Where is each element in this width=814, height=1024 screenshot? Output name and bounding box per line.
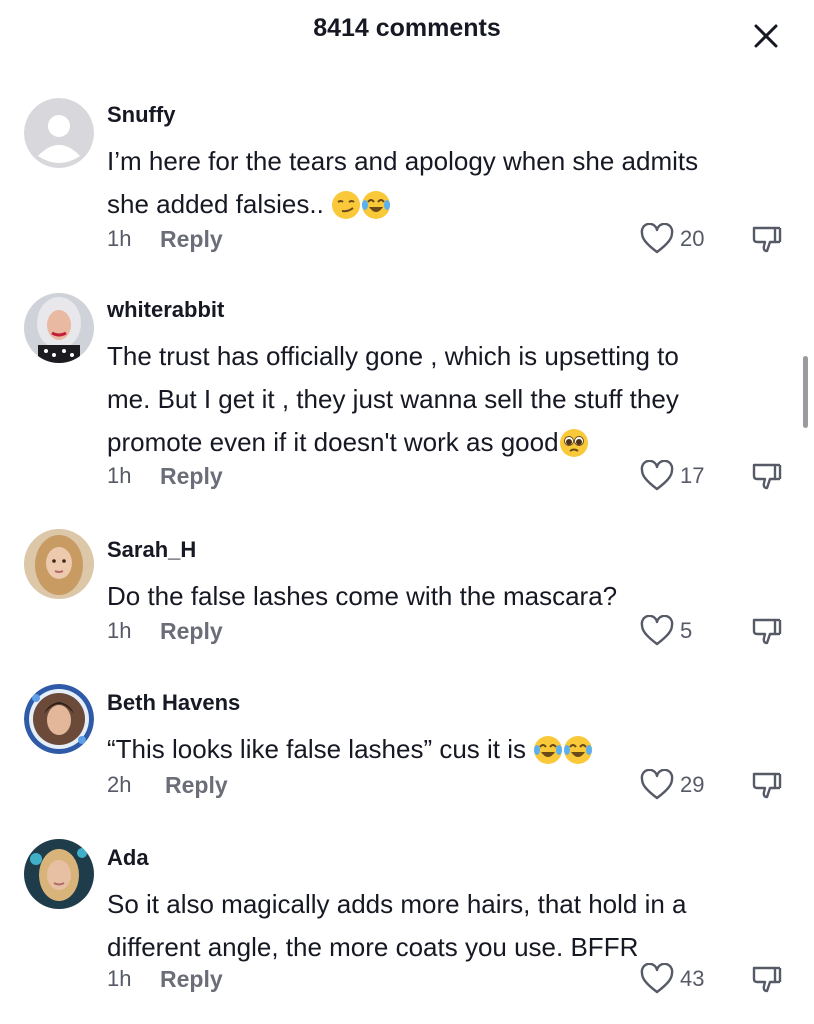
heart-icon: [640, 963, 674, 994]
comment-meta: 1h Reply 43: [107, 959, 797, 999]
like-button[interactable]: 43: [639, 959, 704, 999]
comment-meta: 1h Reply 5: [107, 611, 797, 651]
dislike-icon[interactable]: [751, 223, 783, 255]
pleading-face-emoji: [559, 429, 588, 457]
comment-text: The trust has officially gone , which is…: [107, 335, 787, 464]
comment-username[interactable]: Sarah_H: [107, 537, 196, 563]
comment-text-line: “This looks like false lashes” cus it is: [107, 734, 527, 764]
reply-button[interactable]: Reply: [160, 611, 223, 651]
reply-button[interactable]: Reply: [160, 959, 223, 999]
comment-text: I’m here for the tears and apology when …: [107, 140, 787, 226]
comment-time: 1h: [107, 226, 132, 251]
comment-text-line: So it also magically adds more hairs, th…: [107, 889, 687, 919]
like-button[interactable]: 17: [639, 456, 704, 496]
comment-username[interactable]: Snuffy: [107, 102, 175, 128]
comment-item: whiterabbit The trust has officially gon…: [0, 293, 814, 497]
dislike-icon[interactable]: [751, 769, 783, 801]
comment-text-line: Do the false lashes come with the mascar…: [107, 581, 618, 611]
comment-username[interactable]: whiterabbit: [107, 297, 224, 323]
heart-icon: [640, 460, 674, 491]
comment-time: 2h: [107, 772, 132, 797]
face-with-tears-of-joy-emoji: [534, 736, 563, 764]
face-with-tears-of-joy-emoji: [564, 736, 593, 764]
like-button[interactable]: 29: [639, 765, 704, 805]
comment-meta: 2h Reply 29: [107, 765, 797, 805]
comment-meta: 1h Reply 17: [107, 456, 797, 496]
smirking-face-emoji: [332, 191, 361, 219]
like-count: 5: [680, 618, 693, 643]
user-photo-avatar[interactable]: [24, 684, 94, 754]
comment-text-line: promote even if it doesn't work as good: [107, 427, 559, 457]
comment-time: 1h: [107, 966, 132, 991]
user-photo-avatar[interactable]: [24, 839, 94, 909]
like-button[interactable]: 5: [639, 611, 692, 651]
reply-button[interactable]: Reply: [160, 456, 223, 496]
heart-icon: [640, 615, 674, 646]
comment-item: Snuffy I’m here for the tears and apolog…: [0, 98, 814, 272]
dislike-icon[interactable]: [751, 460, 783, 492]
comment-username[interactable]: Ada: [107, 845, 149, 871]
reply-button[interactable]: Reply: [160, 219, 223, 259]
comment-item: Ada So it also magically adds more hairs…: [0, 839, 814, 1015]
heart-icon: [640, 223, 674, 254]
comment-text-line: The trust has officially gone , which is…: [107, 341, 679, 371]
comment-text-line: me. But I get it , they just wanna sell …: [107, 384, 679, 414]
comment-text-line: she added falsies..: [107, 189, 324, 219]
comment-text-line: I’m here for the tears and apology when …: [107, 146, 699, 176]
comment-time: 1h: [107, 463, 132, 488]
comment-item: Beth Havens “This looks like false lashe…: [0, 684, 814, 810]
dislike-icon[interactable]: [751, 963, 783, 995]
close-icon[interactable]: [752, 22, 780, 50]
comments-count-title: 8414 comments: [313, 14, 501, 42]
user-photo-avatar[interactable]: [24, 529, 94, 599]
comment-text: So it also magically adds more hairs, th…: [107, 883, 787, 969]
like-count: 20: [680, 226, 705, 251]
comment-username[interactable]: Beth Havens: [107, 690, 240, 716]
default-avatar[interactable]: [24, 98, 94, 168]
comment-time: 1h: [107, 618, 132, 643]
heart-icon: [640, 769, 674, 800]
comment-text-line: different angle, the more coats you use.…: [107, 932, 639, 962]
like-count: 17: [680, 463, 705, 488]
like-count: 43: [680, 966, 705, 991]
scrollbar[interactable]: [803, 356, 808, 428]
like-count: 29: [680, 772, 705, 797]
face-with-tears-of-joy-emoji: [362, 191, 391, 219]
like-button[interactable]: 20: [639, 219, 704, 259]
comment-meta: 1h Reply 20: [107, 219, 797, 259]
dislike-icon[interactable]: [751, 615, 783, 647]
comment-item: Sarah_H Do the false lashes come with th…: [0, 529, 814, 657]
user-photo-avatar[interactable]: [24, 293, 94, 363]
comments-header: 8414 comments: [0, 0, 814, 62]
reply-button[interactable]: Reply: [165, 765, 228, 805]
